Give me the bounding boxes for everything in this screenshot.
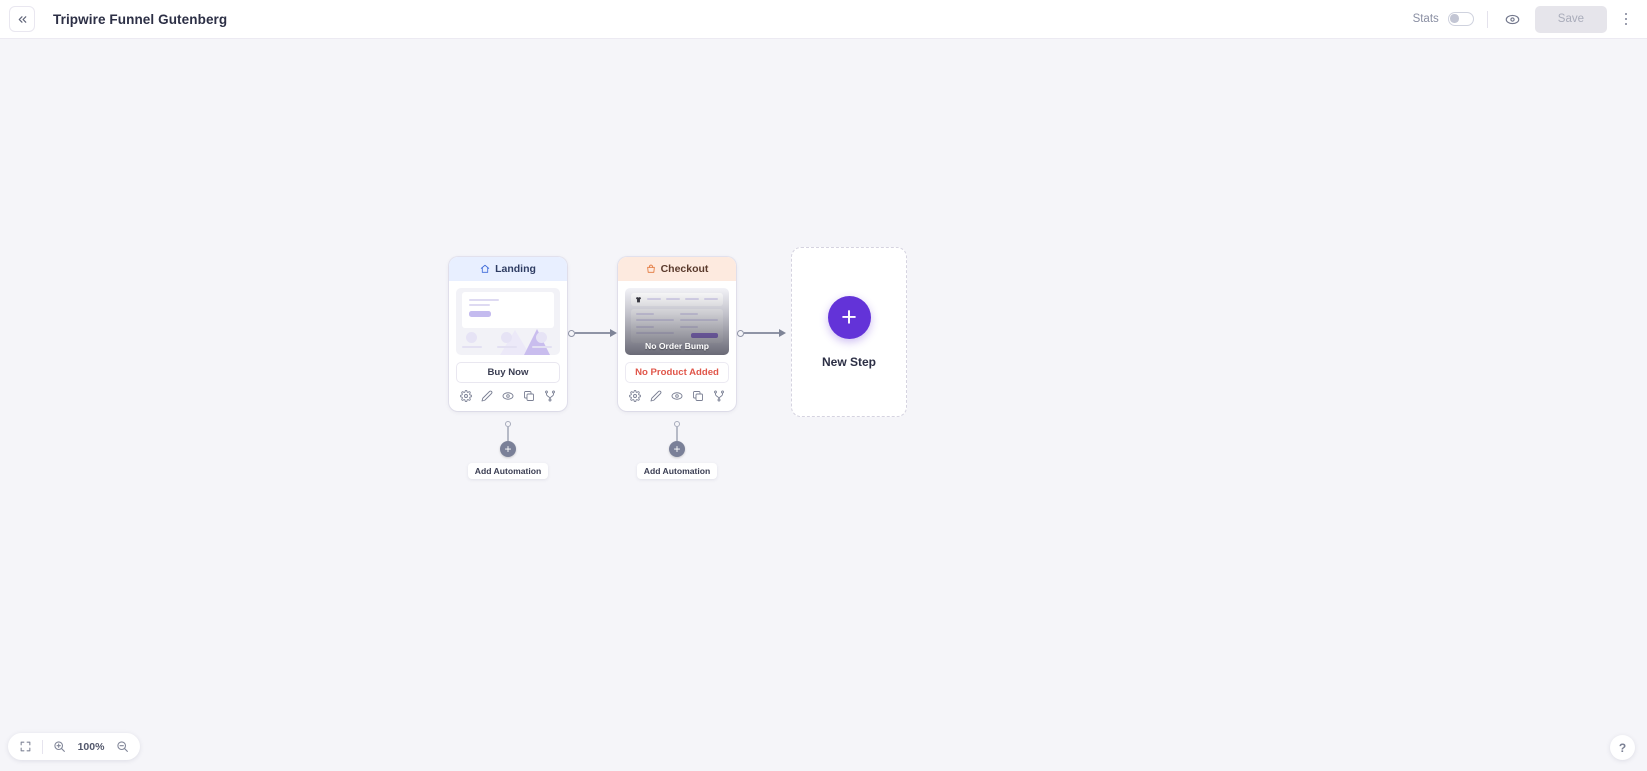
order-bump-status: No Order Bump [645,341,709,351]
eye-icon[interactable] [671,390,683,402]
placeholder-line [469,304,490,307]
step-cta-label: No Product Added [625,362,729,383]
fit-to-screen-icon [20,741,31,752]
placeholder-line [462,346,482,349]
gear-icon[interactable] [460,390,472,402]
zoom-out-icon [117,741,128,752]
connector-line [575,332,610,334]
connector-stem [676,427,678,441]
placeholder-line [469,299,499,302]
connector-landing-to-checkout[interactable] [568,328,619,338]
fit-to-screen-button[interactable] [18,739,33,754]
more-options-button[interactable] [1613,6,1639,32]
preview-button[interactable] [1501,7,1525,31]
connector-line [744,332,779,334]
add-automation-plus-button[interactable]: + [500,441,516,457]
connector-arrow [610,329,617,337]
add-automation-landing[interactable]: + Add Automation [449,421,567,479]
checkout-page-thumbnail: No Order Bump [625,288,729,355]
step-thumbnail-wrap [449,281,567,355]
step-card[interactable]: Landing Buy Now [449,257,567,411]
help-button[interactable]: ? [1610,735,1635,760]
duplicate-icon[interactable] [692,390,704,402]
toggle-knob [1450,14,1459,23]
step-action-icons [449,383,567,411]
double-chevron-left-icon [18,15,26,23]
add-automation-label: Add Automation [636,463,718,479]
step-header-checkout: Checkout [618,257,736,281]
step-card[interactable]: Checkout No Order Bump No Product Added [618,257,736,411]
home-icon [480,264,490,273]
avatar-placeholder [536,332,547,343]
avatar-placeholder [501,332,512,343]
collapse-sidebar-button[interactable] [9,6,35,32]
placeholder-line [497,346,517,349]
zoom-in-icon [54,741,65,752]
eye-icon[interactable] [502,390,514,402]
stats-toggle[interactable] [1447,12,1474,26]
step-action-icons [618,383,736,411]
pencil-icon[interactable] [481,390,493,402]
zoom-level-label: 100% [77,740,105,753]
zoom-out-button[interactable] [115,739,130,754]
hero-block [462,292,554,328]
controls-divider [42,739,43,754]
zoom-in-button[interactable] [52,739,67,754]
gear-icon[interactable] [629,390,641,402]
connector-arrow [779,329,786,337]
step-cta-label: Buy Now [456,362,560,383]
shopping-bag-icon [646,264,655,273]
add-automation-plus-button[interactable]: + [669,441,685,457]
funnel-canvas[interactable]: Landing Buy Now + Add Automation Checkou… [0,39,1647,771]
kebab-dot [1624,12,1628,16]
landing-page-thumbnail [456,288,560,355]
eye-icon [1505,14,1520,24]
top-toolbar: Tripwire Funnel Gutenberg Stats Save [0,0,1647,39]
placeholder-line [532,346,552,349]
funnel-step-landing[interactable]: Landing Buy Now + Add Automation [449,257,567,479]
add-step-button[interactable]: + [827,295,871,339]
connector-start-dot[interactable] [737,329,744,337]
step-header-landing: Landing [449,257,567,281]
connector-stem [507,427,509,441]
pencil-icon[interactable] [650,390,662,402]
stats-label: Stats [1412,13,1439,25]
step-header-label: Checkout [660,263,709,275]
funnel-flow: Landing Buy Now + Add Automation Checkou… [449,217,919,479]
add-automation-checkout[interactable]: + Add Automation [618,421,736,479]
new-step-label: New Step [821,354,876,369]
save-button[interactable]: Save [1534,5,1607,33]
toolbar-actions: Stats Save [1412,5,1647,33]
step-thumbnail-wrap: No Order Bump [618,281,736,355]
avatar-placeholder [466,332,477,343]
connector-checkout-to-newstep[interactable] [737,328,788,338]
page-title: Tripwire Funnel Gutenberg [53,11,228,27]
toolbar-divider [1486,10,1488,28]
placeholder-button [469,311,491,317]
new-step-card[interactable]: + New Step [791,247,907,417]
add-automation-label: Add Automation [467,463,549,479]
connector-start-dot[interactable] [568,329,575,337]
split-test-icon[interactable] [544,390,556,402]
duplicate-icon[interactable] [523,390,535,402]
funnel-step-checkout[interactable]: Checkout No Order Bump No Product Added … [618,257,736,479]
kebab-dot [1624,17,1628,21]
zoom-controls: 100% [8,733,140,760]
split-test-icon[interactable] [713,390,725,402]
kebab-dot [1624,22,1628,26]
step-header-label: Landing [495,263,536,275]
